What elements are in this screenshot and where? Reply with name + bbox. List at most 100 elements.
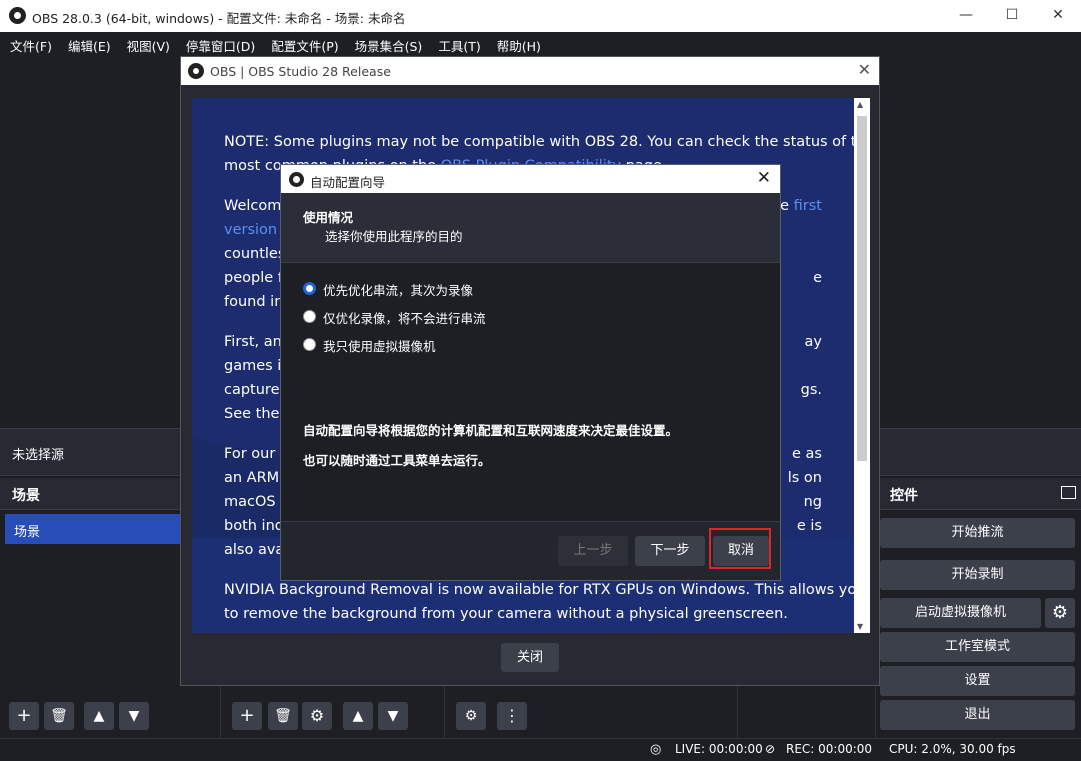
wizard-title: 自动配置向导: [310, 175, 386, 190]
release-notes-line-fragment: e is: [797, 514, 822, 538]
release-notes-text: NVIDIA Background Removal is now availab…: [224, 582, 855, 598]
release-notes-line-fragment: ls on: [788, 466, 822, 490]
studio-mode-button[interactable]: 工作室模式: [880, 632, 1075, 662]
wizard-description-2: 也可以随时通过工具菜单去运行。: [303, 453, 491, 468]
release-notes-scrollbar[interactable]: ▲ ▼: [854, 98, 870, 633]
scenes-dock-title: 场景: [12, 488, 40, 504]
add-scene-icon[interactable]: +: [9, 702, 39, 730]
virtual-camera-settings-icon[interactable]: ⚙: [1045, 598, 1075, 628]
release-notes-text: found in: [224, 294, 284, 310]
release-notes-line-fragment: ng: [804, 490, 822, 514]
wizard-titlebar: 自动配置向导 ✕: [281, 165, 780, 193]
release-notes-line-fragment: e: [813, 266, 822, 290]
radio-unselected-icon[interactable]: [303, 338, 316, 351]
scene-item-label: 场景: [14, 525, 41, 540]
move-source-up-icon[interactable]: ▲: [343, 702, 373, 730]
release-notes-titlebar: OBS | OBS Studio 28 Release ✕: [181, 57, 879, 85]
release-notes-text: macOS: [224, 494, 276, 510]
radio-selected-icon[interactable]: [303, 282, 316, 295]
start-recording-button[interactable]: 开始录制: [880, 560, 1075, 590]
move-scene-down-icon[interactable]: ▼: [119, 702, 149, 730]
cancel-highlight-box: [709, 528, 771, 569]
release-notes-text: an ARM6: [224, 470, 289, 486]
main-titlebar: OBS 28.0.3 (64-bit, windows) - 配置文件: 未命名…: [0, 0, 1081, 32]
menu-scene-collection[interactable]: 场景集合(S): [347, 32, 431, 56]
menu-profile[interactable]: 配置文件(P): [263, 32, 346, 56]
next-button[interactable]: 下一步: [635, 536, 705, 566]
undock-icon[interactable]: [1061, 486, 1076, 499]
release-notes-text: ls on: [787, 470, 822, 486]
release-notes-line: an ARM6: [224, 466, 288, 490]
cpu-usage: CPU: 2.0%, 30.00 fps: [889, 742, 1016, 756]
release-notes-text: also avai: [224, 542, 289, 558]
release-notes-line: NVIDIA Background Removal is now availab…: [224, 578, 855, 602]
release-notes-text: ng: [803, 494, 822, 510]
audio-mixer-settings-icon[interactable]: ⚙: [456, 702, 486, 730]
wizard-heading: 使用情况: [303, 210, 354, 225]
wizard-footer: 上一步 下一步 取消: [281, 521, 780, 580]
add-source-icon[interactable]: +: [232, 702, 262, 730]
controls-dock-title: 控件: [890, 488, 918, 504]
menu-file[interactable]: 文件(F): [2, 32, 60, 56]
remove-scene-icon[interactable]: 🗑: [44, 702, 74, 730]
settings-button[interactable]: 设置: [880, 666, 1075, 696]
status-bar: ◎ LIVE: 00:00:00 ⊘ REC: 00:00:00 CPU: 2.…: [0, 738, 1081, 761]
menu-view[interactable]: 视图(V): [119, 32, 178, 56]
scene-list-item[interactable]: 场景: [5, 514, 183, 544]
scroll-down-icon[interactable]: ▼: [857, 622, 863, 631]
scroll-up-icon[interactable]: ▲: [857, 100, 863, 109]
release-notes-line-fragment: e as: [792, 442, 822, 466]
scroll-thumb[interactable]: [857, 116, 867, 461]
release-notes-text: See the: [224, 406, 280, 422]
radio-unselected-icon[interactable]: [303, 310, 316, 323]
release-notes-line: macOS: [224, 490, 276, 514]
obs-logo-icon: [289, 172, 304, 187]
radio-label: 我只使用虚拟摄像机: [323, 339, 436, 354]
move-source-down-icon[interactable]: ▼: [378, 702, 408, 730]
radio-label: 仅优化录像，将不会进行串流: [323, 311, 486, 326]
start-streaming-button[interactable]: 开始推流: [880, 518, 1075, 548]
rec-timer: REC: 00:00:00: [786, 742, 873, 756]
obs-logo-icon: [9, 7, 26, 24]
menu-docks[interactable]: 停靠窗口(D): [178, 32, 263, 56]
move-scene-up-icon[interactable]: ▲: [84, 702, 114, 730]
release-notes-close-icon[interactable]: ✕: [858, 60, 871, 79]
maximize-button[interactable]: ☐: [989, 0, 1035, 32]
menu-bar: 文件(F) 编辑(E) 视图(V) 停靠窗口(D) 配置文件(P) 场景集合(S…: [0, 32, 1081, 56]
release-notes-line-fragment: ay: [805, 330, 822, 354]
release-notes-title: OBS | OBS Studio 28 Release: [210, 64, 391, 79]
close-button[interactable]: ✕: [1035, 0, 1081, 32]
menu-edit[interactable]: 编辑(E): [60, 32, 119, 56]
mixer-menu-icon[interactable]: ⋮: [497, 702, 527, 730]
start-virtual-camera-button[interactable]: 启动虚拟摄像机: [880, 598, 1041, 628]
release-notes-text: gs.: [800, 382, 822, 398]
release-notes-text: NOTE: Some plugins may not be compatible…: [224, 134, 855, 150]
release-notes-line: people fi: [224, 266, 287, 290]
release-notes-text: to remove the background from your camer…: [224, 606, 788, 622]
exit-button[interactable]: 退出: [880, 700, 1075, 730]
release-notes-text: both indi: [224, 518, 289, 534]
release-notes-text: e as: [792, 446, 822, 462]
release-notes-line: NOTE: Some plugins may not be compatible…: [224, 130, 855, 154]
release-notes-text: ay: [804, 334, 822, 350]
live-status-icon: ◎: [650, 742, 662, 757]
wizard-description-1: 自动配置向导将根据您的计算机配置和互联网速度来决定最佳设置。: [303, 423, 679, 438]
remove-source-icon[interactable]: 🗑: [268, 702, 298, 730]
auto-config-wizard-dialog: 自动配置向导 ✕ 使用情况 选择你使用此程序的目的 优先优化串流，其次为录像 仅…: [280, 164, 781, 581]
source-properties-icon[interactable]: ⚙: [302, 702, 332, 730]
wizard-close-icon[interactable]: ✕: [757, 168, 771, 188]
wizard-subheading: 选择你使用此程序的目的: [325, 229, 463, 244]
release-notes-line: both indi: [224, 514, 288, 538]
obs-logo-icon: [188, 63, 204, 79]
rec-status-icon: ⊘: [765, 742, 776, 756]
release-notes-close-button[interactable]: 关闭: [501, 643, 559, 672]
menu-tools[interactable]: 工具(T): [430, 32, 488, 56]
release-notes-text: e: [813, 270, 822, 286]
previous-button[interactable]: 上一步: [558, 536, 628, 566]
release-notes-line: also avai: [224, 538, 288, 562]
release-notes-link[interactable]: first: [794, 198, 822, 214]
release-notes-text: people fi: [224, 270, 287, 286]
minimize-button[interactable]: —: [943, 0, 989, 32]
release-notes-text: e is: [796, 518, 822, 534]
menu-help[interactable]: 帮助(H): [489, 32, 549, 56]
